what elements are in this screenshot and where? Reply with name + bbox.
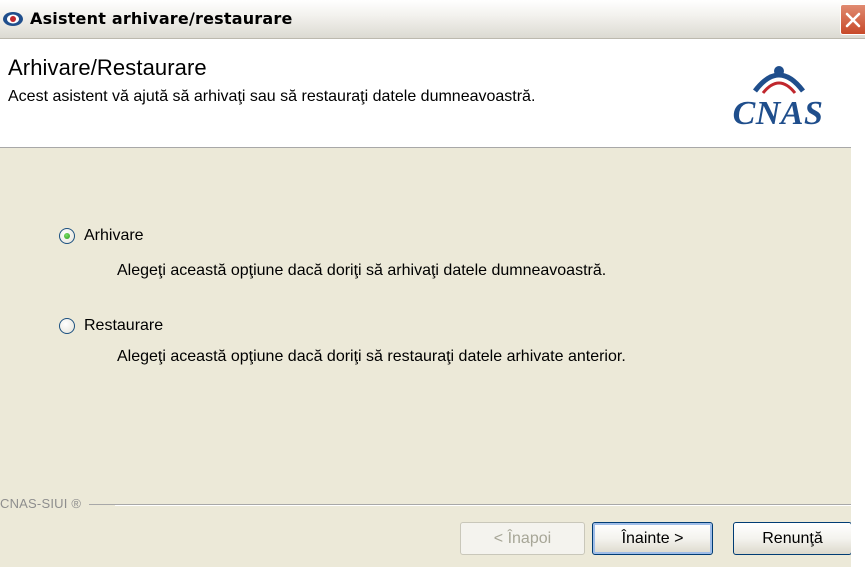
archive-description: Alegeţi această opţiune dacă doriţi să a… (117, 262, 607, 279)
window-title: Asistent arhivare/restaurare (30, 9, 293, 28)
footer-divider-highlight (115, 505, 851, 506)
archive-radio[interactable] (59, 228, 75, 244)
option-restore[interactable]: Restaurare (59, 317, 163, 335)
page-title: Arhivare/Restaurare (8, 55, 207, 80)
logo-text: CNAS (732, 95, 824, 132)
option-archive[interactable]: Arhivare (59, 227, 144, 245)
close-icon (845, 12, 861, 28)
restore-description: Alegeţi această opţiune dacă doriţi să r… (117, 348, 626, 365)
close-button[interactable] (840, 4, 865, 35)
title-bar: Asistent arhivare/restaurare (0, 0, 865, 39)
window-right-edge (851, 39, 865, 567)
restore-label[interactable]: Restaurare (84, 317, 163, 335)
app-eye-icon (3, 12, 23, 26)
wizard-header: Arhivare/Restaurare Acest asistent vă aj… (0, 39, 865, 148)
archive-label[interactable]: Arhivare (84, 227, 144, 245)
next-button[interactable]: Înainte > (592, 522, 713, 555)
page-subtitle: Acest asistent vă ajută să arhivaţi sau … (8, 88, 536, 105)
cancel-button[interactable]: Renunţă (733, 522, 852, 555)
cnas-logo: CNAS (717, 63, 847, 137)
logo-emblem-icon (753, 66, 805, 94)
restore-radio[interactable] (59, 318, 75, 334)
brand-label: CNAS-SIUI ® (0, 496, 90, 511)
back-button[interactable]: < Înapoi (460, 522, 585, 555)
